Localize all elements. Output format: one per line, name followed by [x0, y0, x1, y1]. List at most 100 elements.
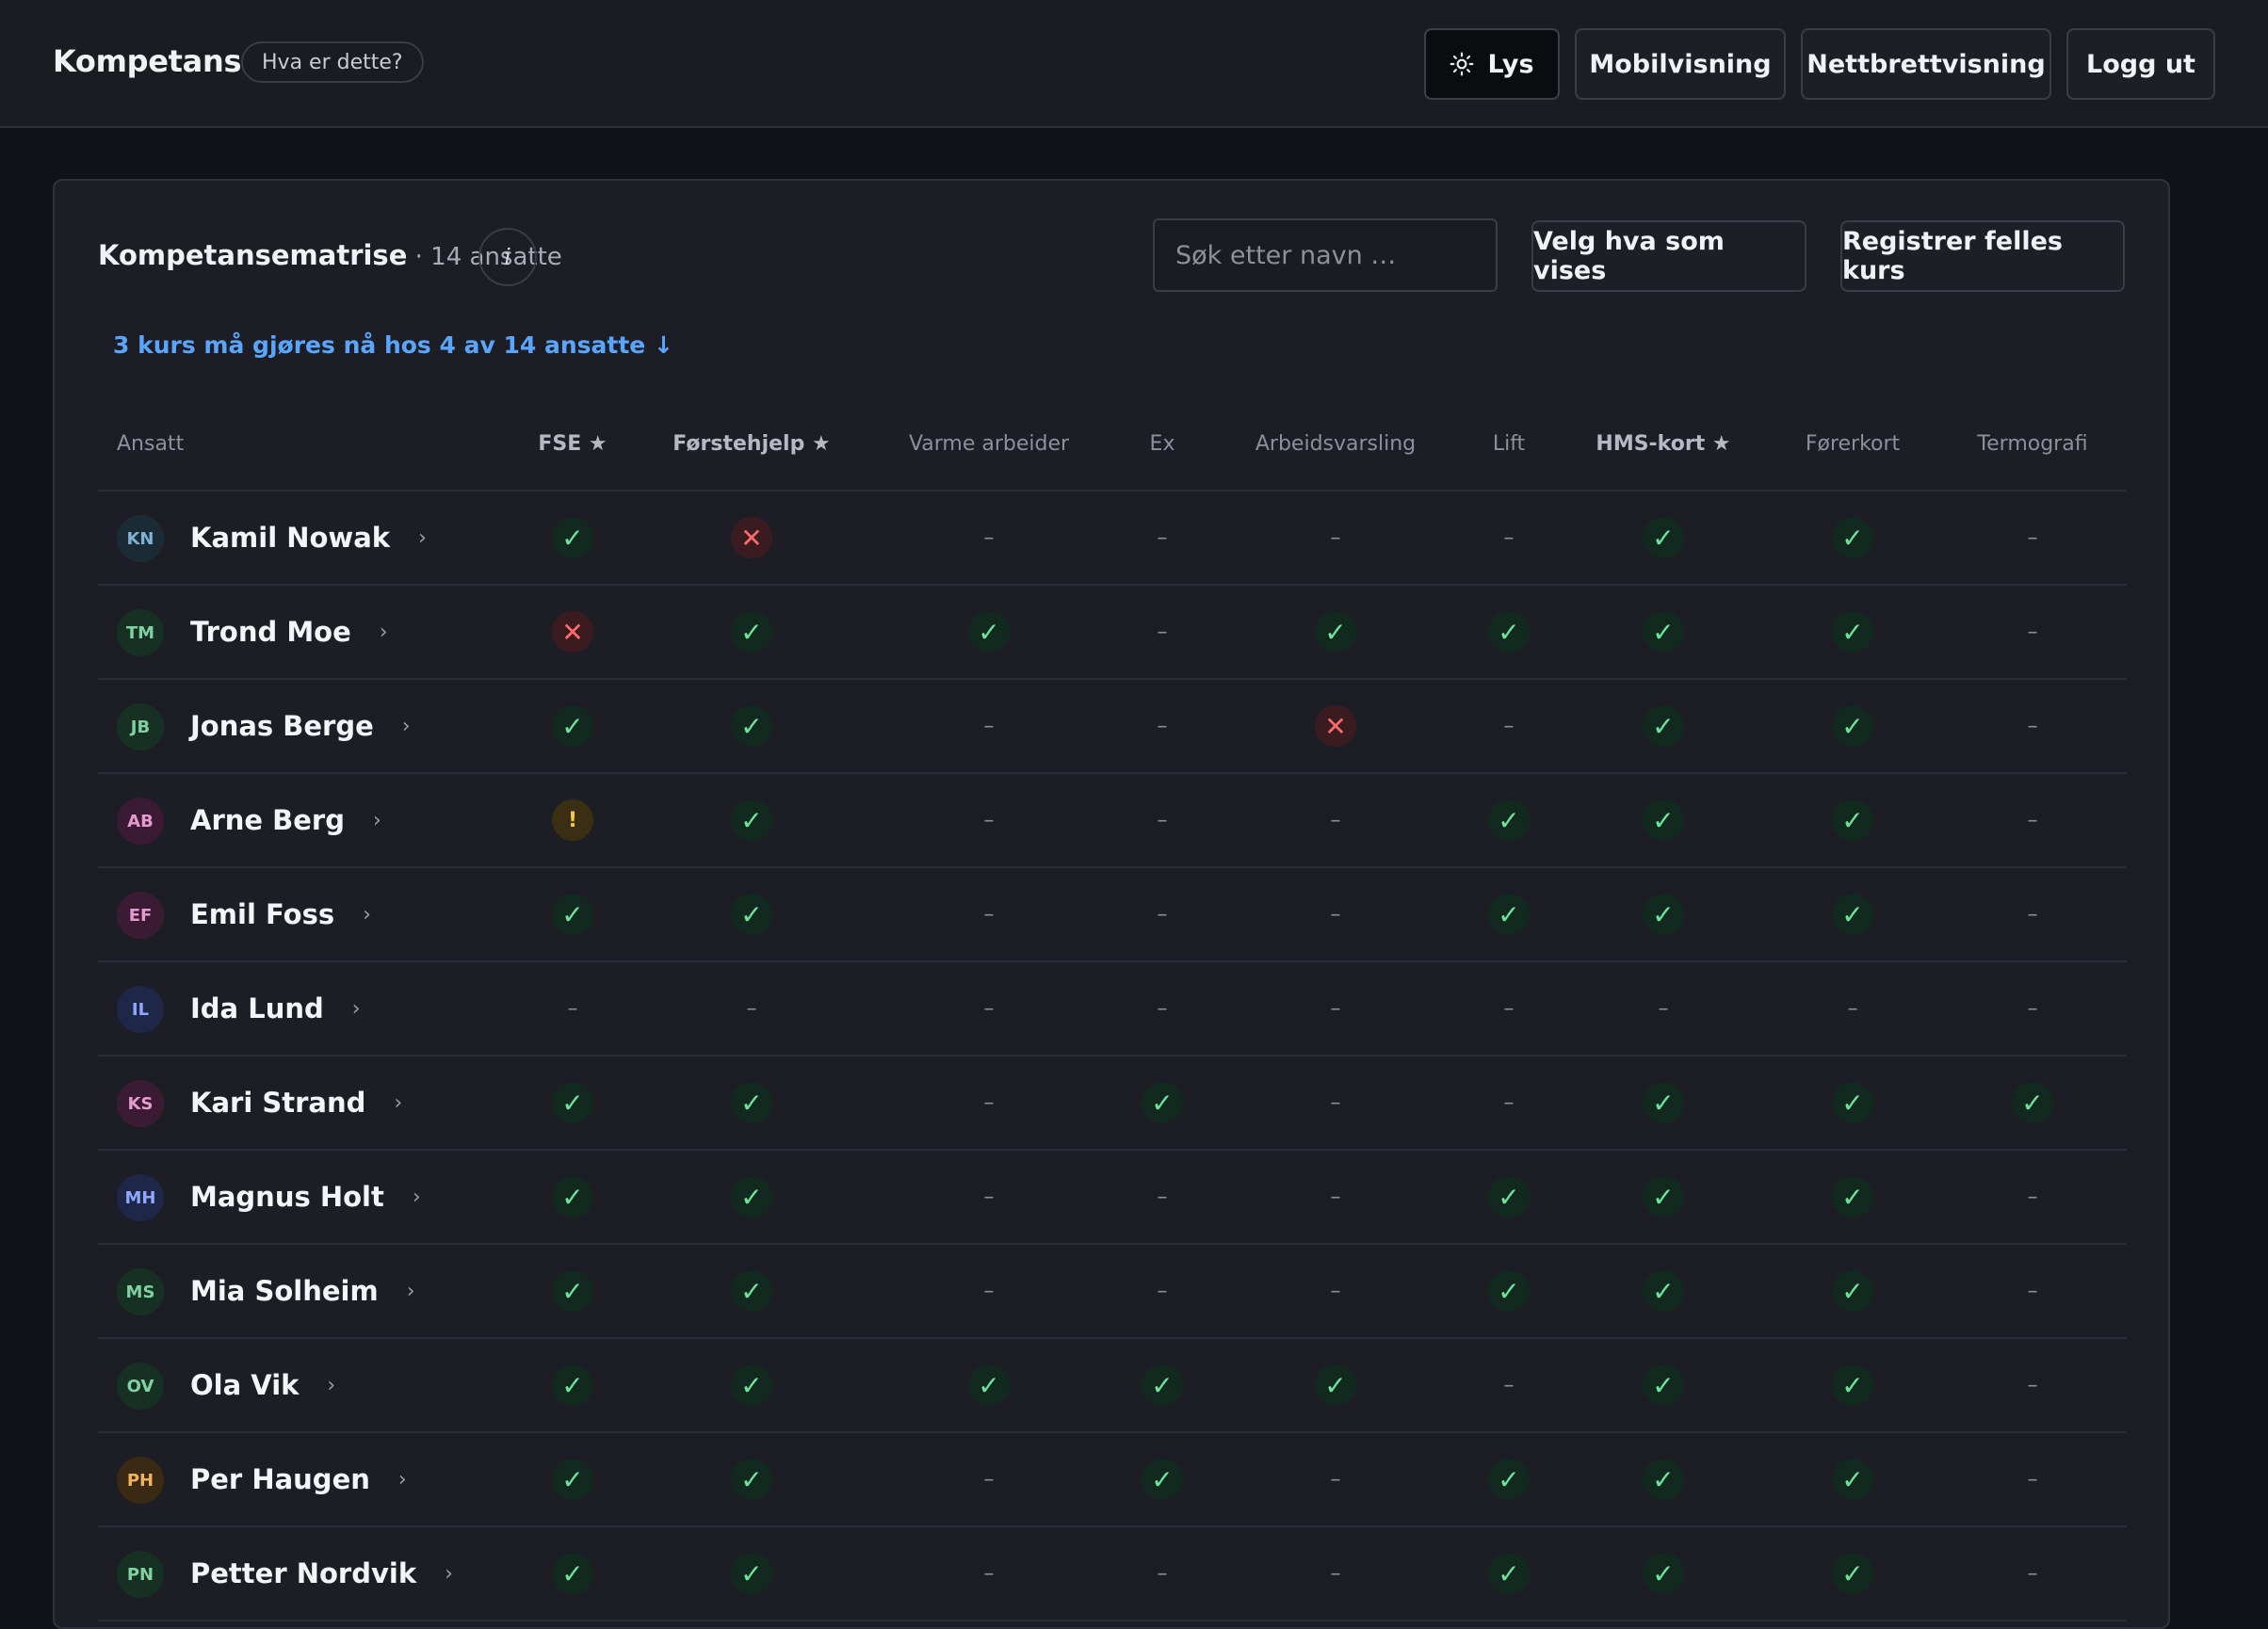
status-cell[interactable]: – [1139, 608, 1186, 655]
status-cell[interactable]: – [2009, 514, 2056, 561]
status-cell[interactable]: – [965, 514, 1012, 561]
status-cell[interactable]: – [1312, 1267, 1359, 1314]
status-cell[interactable]: – [1312, 891, 1359, 938]
employee-name-link[interactable]: Trond Moe › [190, 586, 388, 678]
status-cell[interactable]: ✓ [728, 1456, 775, 1503]
choose-columns-button[interactable]: Velg hva som vises [1531, 220, 1806, 292]
status-cell[interactable]: ✓ [549, 1456, 596, 1503]
employee-name-link[interactable]: Per Haugen › [190, 1433, 407, 1525]
status-cell[interactable]: – [965, 1456, 1012, 1503]
status-cell[interactable]: ✓ [2009, 1079, 2056, 1126]
mobile-view-button[interactable]: Mobilvisning [1575, 28, 1786, 100]
status-cell[interactable]: – [1485, 1362, 1532, 1409]
status-cell[interactable]: ✓ [1485, 608, 1532, 655]
info-icon-button[interactable]: i [478, 228, 537, 286]
status-cell[interactable]: ✓ [1829, 1550, 1876, 1597]
status-cell[interactable]: ✓ [1139, 1456, 1186, 1503]
status-cell[interactable]: – [1139, 985, 1186, 1032]
status-cell[interactable]: – [2009, 797, 2056, 844]
status-cell[interactable]: – [549, 985, 596, 1032]
status-cell[interactable]: ✓ [549, 1079, 596, 1126]
status-cell[interactable]: – [965, 797, 1012, 844]
status-cell[interactable]: – [965, 1550, 1012, 1597]
status-cell[interactable]: ✓ [1829, 1456, 1876, 1503]
status-cell[interactable]: ✓ [728, 891, 775, 938]
status-cell[interactable]: – [2009, 1550, 2056, 1597]
status-cell[interactable]: ✓ [1312, 1362, 1359, 1409]
status-cell[interactable]: – [1312, 514, 1359, 561]
status-cell[interactable]: ✓ [1640, 891, 1687, 938]
status-cell[interactable]: ✓ [549, 891, 596, 938]
status-cell[interactable]: – [1139, 1173, 1186, 1220]
status-cell[interactable]: – [1485, 514, 1532, 561]
status-cell[interactable]: ✓ [1640, 797, 1687, 844]
status-cell[interactable]: – [1312, 1079, 1359, 1126]
status-cell[interactable]: ✓ [1139, 1362, 1186, 1409]
status-cell[interactable]: – [1485, 1079, 1532, 1126]
help-pill-button[interactable]: Hva er dette? [241, 41, 424, 83]
status-cell[interactable]: ✓ [1485, 1267, 1532, 1314]
status-cell[interactable]: ✓ [1829, 891, 1876, 938]
status-cell[interactable]: ✓ [1829, 1079, 1876, 1126]
status-cell[interactable]: – [1139, 514, 1186, 561]
employee-name-link[interactable]: Kamil Nowak › [190, 492, 427, 584]
status-cell[interactable]: ✓ [1640, 1079, 1687, 1126]
status-cell[interactable]: – [965, 1173, 1012, 1220]
status-cell[interactable]: ✓ [728, 1267, 775, 1314]
status-cell[interactable]: – [2009, 608, 2056, 655]
status-cell[interactable]: ✓ [1829, 514, 1876, 561]
status-cell[interactable]: – [965, 1079, 1012, 1126]
status-cell[interactable]: ✓ [728, 1550, 775, 1597]
employee-name-link[interactable]: Ida Lund › [190, 962, 361, 1055]
status-cell[interactable]: – [1829, 985, 1876, 1032]
status-cell[interactable]: – [965, 702, 1012, 750]
status-cell[interactable]: ✓ [1485, 891, 1532, 938]
status-cell[interactable]: ✓ [1485, 797, 1532, 844]
status-cell[interactable]: ✓ [1485, 1456, 1532, 1503]
status-cell[interactable]: – [965, 1267, 1012, 1314]
employee-name-link[interactable]: Magnus Holt › [190, 1151, 421, 1243]
status-cell[interactable]: – [1640, 985, 1687, 1032]
status-cell[interactable]: – [1312, 1173, 1359, 1220]
status-cell[interactable]: ✓ [549, 702, 596, 750]
status-cell[interactable]: ✓ [728, 608, 775, 655]
overdue-courses-link[interactable]: 3 kurs må gjøres nå hos 4 av 14 ansatte … [113, 331, 673, 359]
status-cell[interactable]: – [728, 985, 775, 1032]
status-cell[interactable]: – [1139, 797, 1186, 844]
employee-name-link[interactable]: Jonas Berge › [190, 680, 411, 772]
status-cell[interactable]: ✓ [1829, 797, 1876, 844]
employee-name-link[interactable]: Kari Strand › [190, 1056, 402, 1149]
employee-name-link[interactable]: Petter Nordvik › [190, 1527, 453, 1620]
status-cell[interactable]: – [1139, 1550, 1186, 1597]
status-cell[interactable]: ✓ [549, 1362, 596, 1409]
status-cell[interactable]: ✓ [1640, 1456, 1687, 1503]
status-cell[interactable]: ✓ [728, 702, 775, 750]
status-cell[interactable]: ✓ [549, 1173, 596, 1220]
status-cell[interactable]: ✓ [1829, 702, 1876, 750]
status-cell[interactable]: ✓ [1829, 608, 1876, 655]
status-cell[interactable]: ✓ [1640, 1173, 1687, 1220]
employee-name-link[interactable]: Emil Foss › [190, 868, 371, 960]
status-cell[interactable]: – [1312, 1456, 1359, 1503]
status-cell[interactable]: ✕ [549, 608, 596, 655]
status-cell[interactable]: ✓ [549, 514, 596, 561]
employee-name-link[interactable]: Mia Solheim › [190, 1245, 415, 1337]
tablet-view-button[interactable]: Nettbrettvisning [1801, 28, 2051, 100]
status-cell[interactable]: ✓ [728, 1079, 775, 1126]
status-cell[interactable]: ✓ [549, 1550, 596, 1597]
status-cell[interactable]: – [2009, 985, 2056, 1032]
status-cell[interactable]: ✓ [1485, 1550, 1532, 1597]
status-cell[interactable]: ✓ [1640, 1550, 1687, 1597]
status-cell[interactable]: ✓ [1829, 1267, 1876, 1314]
status-cell[interactable]: – [1139, 702, 1186, 750]
status-cell[interactable]: – [1485, 985, 1532, 1032]
status-cell[interactable]: – [965, 891, 1012, 938]
status-cell[interactable]: – [1485, 702, 1532, 750]
status-cell[interactable]: ✕ [728, 514, 775, 561]
employee-name-link[interactable]: Arne Berg › [190, 774, 381, 866]
register-course-button[interactable]: Registrer felles kurs [1840, 220, 2125, 292]
status-cell[interactable]: ✓ [1139, 1079, 1186, 1126]
theme-toggle-button[interactable]: Lys [1424, 28, 1560, 100]
status-cell[interactable]: ✓ [1829, 1173, 1876, 1220]
status-cell[interactable]: ! [549, 797, 596, 844]
